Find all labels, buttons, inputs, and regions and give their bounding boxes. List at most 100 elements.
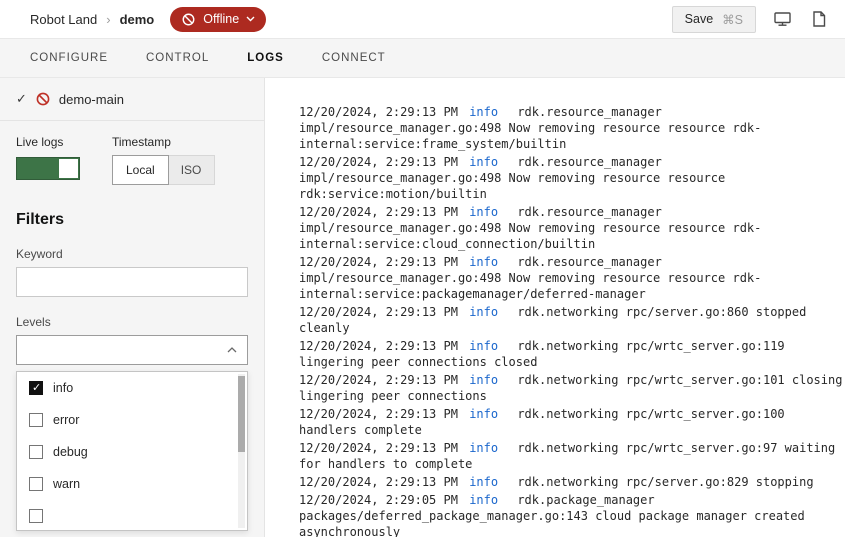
timestamp-option-local[interactable]: Local [112,155,169,185]
level-option-label: info [53,381,73,395]
log-logger: rdk.resource_manager [517,105,662,119]
keyword-input[interactable] [16,267,248,297]
level-option-label: warn [53,477,80,491]
chevron-up-icon [227,347,237,353]
level-option-debug[interactable]: debug [17,436,247,468]
log-logger: rdk.resource_manager [517,255,662,269]
level-option-partial[interactable] [17,500,247,531]
content-area: ✓ demo-main Live logs Timestamp Local IS… [0,78,845,537]
level-option-error[interactable]: error [17,404,247,436]
log-level: info [469,475,498,489]
levels-dropdown: info error debug warn [16,371,248,531]
log-entry: 12/20/2024, 2:29:13 PM info rdk.resource… [299,154,845,202]
checkbox-icon[interactable] [29,477,43,491]
timestamp-option-iso[interactable]: ISO [168,156,215,184]
log-timestamp: 12/20/2024, 2:29:13 PM [299,475,458,489]
monitor-icon [773,10,792,28]
log-timestamp: 12/20/2024, 2:29:13 PM [299,205,458,219]
live-logs-control: Live logs [16,135,80,185]
save-button[interactable]: Save ⌘S [672,6,756,33]
tab-control[interactable]: CONTROL [146,52,209,64]
toggle-knob [59,159,78,178]
checkbox-icon[interactable] [29,509,43,523]
checkbox-checked-icon[interactable] [29,381,43,395]
log-entry: 12/20/2024, 2:29:13 PM info rdk.resource… [299,254,845,302]
dropdown-scrollbar-thumb[interactable] [238,376,245,452]
log-message: impl/resource_manager.go:498 Now removin… [299,121,761,151]
level-option-warn[interactable]: warn [17,468,247,500]
log-logger: rdk.resource_manager [517,205,662,219]
log-message: rpc/server.go:829 stopping [626,475,814,489]
machine-part-row[interactable]: ✓ demo-main [0,78,264,121]
timestamp-label: Timestamp [112,135,215,149]
log-logger: rdk.networking [517,475,618,489]
status-label: Offline [203,12,239,26]
log-level: info [469,493,498,507]
log-logger: rdk.networking [517,339,618,353]
tab-connect[interactable]: CONNECT [322,52,386,64]
document-icon [811,10,827,28]
log-message: impl/resource_manager.go:498 Now removin… [299,221,761,251]
document-icon-button[interactable] [809,8,829,30]
log-level: info [469,373,498,387]
log-timestamp: 12/20/2024, 2:29:13 PM [299,441,458,455]
topbar-actions: Save ⌘S [672,6,829,33]
log-controls: Live logs Timestamp Local ISO [0,121,264,185]
chevron-down-icon [246,16,255,22]
log-logger: rdk.networking [517,305,618,319]
levels-label: Levels [16,315,248,329]
levels-select[interactable] [16,335,248,365]
timestamp-control: Timestamp Local ISO [112,135,215,185]
log-level: info [469,105,498,119]
log-logger: rdk.resource_manager [517,155,662,169]
level-option-label: error [53,413,79,427]
part-name: demo-main [59,92,124,107]
monitor-icon-button[interactable] [771,8,794,30]
log-logger: rdk.package_manager [517,493,654,507]
log-level: info [469,155,498,169]
log-entry: 12/20/2024, 2:29:13 PM info rdk.resource… [299,104,845,152]
log-entry: 12/20/2024, 2:29:13 PM info rdk.networki… [299,474,845,490]
log-level: info [469,305,498,319]
checkbox-icon[interactable] [29,445,43,459]
log-message: packages/deferred_package_manager.go:143… [299,509,805,537]
log-level: info [469,255,498,269]
live-logs-toggle[interactable] [16,157,80,180]
save-label: Save [685,12,714,26]
log-logger: rdk.networking [517,441,618,455]
tab-logs[interactable]: LOGS [247,52,284,64]
breadcrumb-separator: › [106,12,110,27]
log-entry: 12/20/2024, 2:29:13 PM info rdk.networki… [299,406,845,438]
live-logs-label: Live logs [16,135,80,149]
log-logger: rdk.networking [517,373,618,387]
log-entry: 12/20/2024, 2:29:13 PM info rdk.resource… [299,204,845,252]
breadcrumb: Robot Land › demo [30,12,154,27]
offline-status-badge[interactable]: Offline [170,7,266,32]
filters-title: Filters [16,211,248,229]
log-message: impl/resource_manager.go:498 Now removin… [299,171,725,201]
breadcrumb-org[interactable]: Robot Land [30,12,97,27]
log-entry: 12/20/2024, 2:29:13 PM info rdk.networki… [299,372,845,404]
tab-configure[interactable]: CONFIGURE [30,52,108,64]
log-level: info [469,339,498,353]
logs-sidebar: ✓ demo-main Live logs Timestamp Local IS… [0,78,265,537]
log-level: info [469,441,498,455]
log-timestamp: 12/20/2024, 2:29:13 PM [299,339,458,353]
breadcrumb-machine: demo [120,12,155,27]
log-timestamp: 12/20/2024, 2:29:13 PM [299,407,458,421]
log-entry: 12/20/2024, 2:29:05 PM info rdk.package_… [299,492,845,537]
log-timestamp: 12/20/2024, 2:29:13 PM [299,305,458,319]
checkbox-icon[interactable] [29,413,43,427]
top-bar: Robot Land › demo Offline Save ⌘S [0,0,845,39]
log-level: info [469,407,498,421]
log-timestamp: 12/20/2024, 2:29:05 PM [299,493,458,507]
log-level: info [469,205,498,219]
tab-bar: CONFIGURE CONTROL LOGS CONNECT [0,39,845,78]
level-option-info[interactable]: info [17,372,247,404]
log-message: impl/resource_manager.go:498 Now removin… [299,271,761,301]
log-output-pane: 12/20/2024, 2:29:13 PM info rdk.resource… [265,78,845,537]
log-logger: rdk.networking [517,407,618,421]
log-timestamp: 12/20/2024, 2:29:13 PM [299,155,458,169]
log-entry: 12/20/2024, 2:29:13 PM info rdk.networki… [299,304,845,336]
log-timestamp: 12/20/2024, 2:29:13 PM [299,105,458,119]
